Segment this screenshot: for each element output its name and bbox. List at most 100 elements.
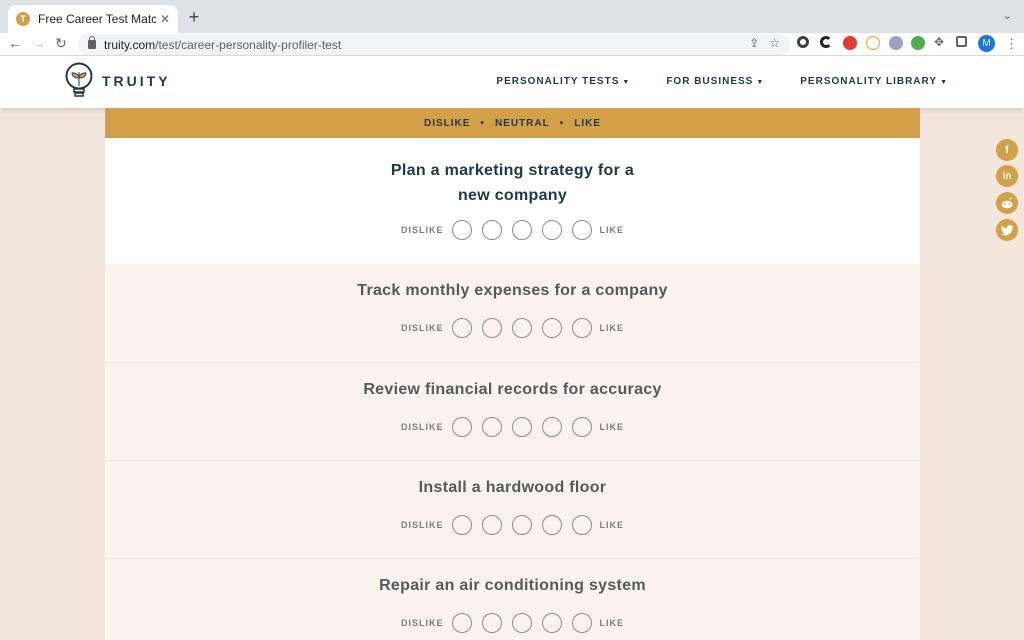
reddit-alien-shape — [1001, 197, 1013, 209]
linkedin-icon[interactable]: in — [996, 165, 1018, 187]
back-arrow-icon[interactable]: ← — [6, 35, 24, 51]
answer-radio-1[interactable] — [451, 515, 472, 535]
reddit-icon[interactable] — [996, 192, 1018, 214]
bookmark-star-icon[interactable]: ☆ — [769, 36, 780, 50]
question-item: Install a hardwood floor DISLIKE LIKE — [105, 460, 920, 558]
share-icon[interactable]: ⇪ — [749, 36, 759, 50]
url-domain: truity.com — [104, 37, 156, 52]
close-tab-icon[interactable]: ✕ — [160, 12, 170, 26]
answer-radio-4[interactable] — [541, 417, 562, 437]
like-label: LIKE — [599, 520, 625, 530]
caret-down-icon: ▼ — [622, 79, 631, 86]
scale-header-like: LIKE — [574, 117, 602, 129]
address-bar[interactable]: truity.com/test/career-personality-profi… — [78, 34, 790, 55]
dislike-label: DISLIKE — [400, 225, 444, 235]
answer-radio-1[interactable] — [451, 613, 472, 633]
dislike-label: DISLIKE — [400, 422, 444, 432]
site-header: TRUITY PERSONALITY TESTS ▼ FOR BUSINESS ▼ … — [0, 56, 1024, 108]
answer-radio-4[interactable] — [541, 220, 562, 240]
scale-separator: • — [559, 117, 565, 129]
answer-radio-5[interactable] — [571, 515, 592, 535]
forward-arrow-icon[interactable]: → — [30, 35, 48, 51]
answer-radio-2[interactable] — [481, 515, 502, 535]
answer-radio-1[interactable] — [451, 318, 472, 338]
question-text: Repair an air conditioning system — [379, 577, 646, 594]
extension-sync-icon[interactable] — [820, 36, 832, 48]
like-label: LIKE — [599, 323, 625, 333]
twitter-bird-shape — [1000, 224, 1013, 235]
extension-green-icon[interactable] — [911, 36, 925, 50]
question-item: Repair an air conditioning system DISLIK… — [105, 558, 920, 640]
lightbulb-logo-icon — [65, 62, 93, 97]
answer-radio-3[interactable] — [511, 613, 532, 633]
browser-tab[interactable]: T Free Career Test Matches Your ✕ — [8, 5, 178, 33]
lock-icon — [88, 36, 96, 49]
extension-red-icon[interactable] — [843, 36, 857, 50]
profile-avatar[interactable]: M — [978, 35, 995, 52]
scale-header-bar: DISLIKE • NEUTRAL • LIKE — [105, 108, 920, 138]
answer-radio-4[interactable] — [541, 318, 562, 338]
twitter-icon[interactable] — [996, 219, 1018, 241]
nav-personality-library[interactable]: PERSONALITY LIBRARY ▼ — [800, 76, 948, 87]
question-text: Track monthly expenses for a company — [357, 282, 668, 299]
scale-separator: • — [480, 117, 485, 129]
tab-title: Free Career Test Matches Your — [38, 12, 156, 26]
like-label: LIKE — [599, 225, 625, 235]
url-path: /test/career-personality-profiler-test — [155, 37, 342, 52]
truity-favicon-icon: T — [16, 12, 30, 26]
answer-radio-3[interactable] — [511, 220, 532, 240]
puzzle-extensions-icon[interactable]: ✥ — [934, 35, 948, 49]
reload-icon[interactable]: ↻ — [52, 35, 70, 52]
answer-radio-5[interactable] — [571, 220, 592, 240]
like-label: LIKE — [599, 618, 625, 628]
scale-header-neutral: NEUTRAL — [494, 117, 550, 129]
caret-down-icon: ▼ — [940, 79, 948, 86]
side-panel-icon[interactable] — [956, 36, 967, 47]
answer-radio-5[interactable] — [571, 318, 592, 338]
test-content: DISLIKE • NEUTRAL • LIKE Plan a marketin… — [105, 108, 920, 640]
question-text: Install a hardwood floor — [418, 479, 607, 496]
facebook-icon[interactable]: f — [996, 139, 1018, 161]
truity-logo[interactable]: TRUITY — [64, 62, 171, 100]
answer-scale: DISLIKE LIKE — [105, 417, 920, 437]
answer-radio-2[interactable] — [481, 417, 502, 437]
answer-radio-4[interactable] — [541, 613, 562, 633]
answer-scale: DISLIKE LIKE — [105, 220, 920, 240]
like-label: LIKE — [599, 422, 625, 432]
answer-scale: DISLIKE LIKE — [105, 318, 920, 338]
new-tab-button[interactable]: + — [184, 7, 204, 28]
dislike-label: DISLIKE — [400, 618, 444, 628]
question-item: Track monthly expenses for a company DIS… — [105, 264, 920, 362]
answer-radio-1[interactable] — [451, 220, 472, 240]
caret-down-icon: ▼ — [756, 79, 765, 86]
nav-personality-tests[interactable]: PERSONALITY TESTS ▼ — [496, 76, 630, 87]
browser-toolbar: ← → ↻ truity.com/test/career-personality… — [0, 33, 1024, 56]
answer-radio-5[interactable] — [571, 613, 592, 633]
answer-scale: DISLIKE LIKE — [105, 515, 920, 535]
scale-header-dislike: DISLIKE — [423, 117, 471, 129]
dislike-label: DISLIKE — [400, 520, 444, 530]
answer-radio-2[interactable] — [481, 220, 502, 240]
answer-radio-2[interactable] — [481, 613, 502, 633]
question-text: Review financial records for accuracy — [363, 381, 662, 398]
browser-tabbar: T Free Career Test Matches Your ✕ + ⌄ — [0, 0, 1024, 33]
extension-amazon-icon[interactable] — [866, 36, 880, 50]
main-nav: PERSONALITY TESTS ▼ FOR BUSINESS ▼ PERSONA… — [496, 76, 948, 87]
question-text: Plan a marketing strategy for a new comp… — [390, 162, 635, 204]
answer-radio-2[interactable] — [481, 318, 502, 338]
chevron-down-icon[interactable]: ⌄ — [1003, 9, 1012, 22]
answer-radio-3[interactable] — [511, 417, 532, 437]
question-item: Review financial records for accuracy DI… — [105, 362, 920, 460]
answer-radio-1[interactable] — [451, 417, 472, 437]
extension-c-icon[interactable] — [889, 36, 903, 50]
menu-kebab-icon[interactable]: ⋮ — [1005, 36, 1018, 52]
logo-text: TRUITY — [102, 73, 171, 89]
answer-radio-5[interactable] — [571, 417, 592, 437]
answer-radio-3[interactable] — [511, 318, 532, 338]
answer-radio-3[interactable] — [511, 515, 532, 535]
extension-gear-icon[interactable] — [797, 36, 809, 48]
answer-scale: DISLIKE LIKE — [105, 613, 920, 633]
question-item: Plan a marketing strategy for a new comp… — [105, 138, 920, 264]
nav-for-business[interactable]: FOR BUSINESS ▼ — [666, 76, 764, 87]
answer-radio-4[interactable] — [541, 515, 562, 535]
